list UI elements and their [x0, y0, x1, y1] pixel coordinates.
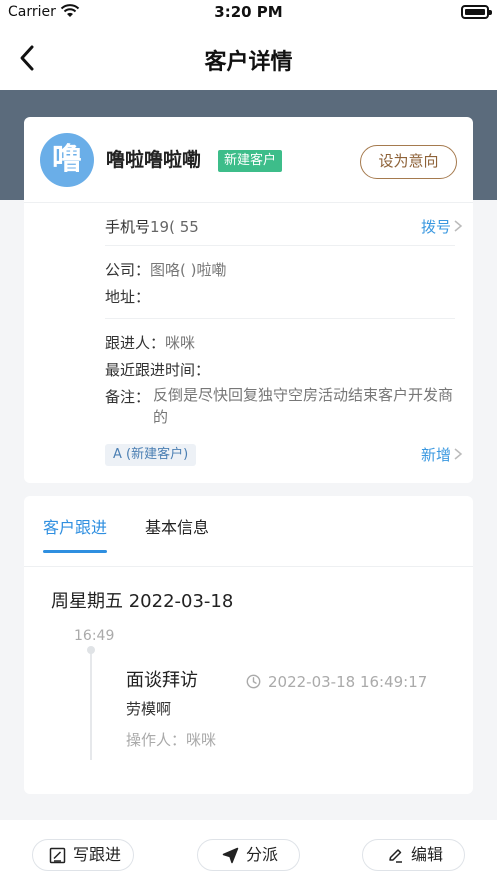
- assign-button[interactable]: 分派: [197, 839, 300, 871]
- chevron-right-icon: [454, 220, 463, 232]
- chevron-right-icon: [454, 448, 463, 460]
- divider: [105, 245, 455, 246]
- avatar: 噜: [40, 133, 94, 187]
- address-row: 地址：: [105, 286, 150, 307]
- follow-card: 客户跟进 基本信息 周星期五 2022-03-18 16:49 面谈拜访 202…: [24, 496, 473, 794]
- edit-label: 编辑: [411, 845, 444, 864]
- note-label: 备注：: [105, 388, 151, 406]
- note-value: 反倒是尽快回复独守空房活动结束客户开发商的: [153, 386, 454, 426]
- customer-card: 噜 噜啦噜啦嘞 新建客户 设为意向 手机号19( 55 拨号 公司：图咯( )啦…: [24, 117, 473, 483]
- assign-label: 分派: [246, 845, 279, 864]
- level-chip: A (新建客户): [105, 444, 197, 466]
- date-heading: 周星期五 2022-03-18: [51, 591, 234, 612]
- follower-row: 跟进人：咪咪: [105, 332, 195, 353]
- event-operator: 操作人：咪咪: [126, 729, 216, 750]
- address-label: 地址：: [105, 288, 151, 306]
- tab-indicator: [43, 550, 107, 553]
- tab-basic-info[interactable]: 基本信息: [145, 514, 209, 538]
- company-row: 公司：图咯( )啦嘞: [105, 259, 227, 280]
- follower-label: 跟进人：: [105, 334, 166, 352]
- pencil-icon: [389, 849, 402, 863]
- send-icon: [222, 847, 239, 864]
- set-intent-button[interactable]: 设为意向: [360, 145, 457, 179]
- tab-customer-follow[interactable]: 客户跟进: [43, 514, 107, 538]
- add-link[interactable]: 新增: [421, 444, 451, 465]
- last-follow-label: 最近跟进时间：: [105, 361, 211, 379]
- clock-time: 3:20 PM: [214, 3, 283, 21]
- operator-value: 咪咪: [186, 731, 217, 749]
- tab-bar: 客户跟进 基本信息: [24, 496, 473, 567]
- status-badge: 新建客户: [218, 150, 283, 172]
- phone-label: 手机号: [105, 218, 151, 236]
- event-content: 劳模啊: [126, 700, 172, 718]
- status-bar: Carrier 3:20 PM: [0, 0, 497, 28]
- note-row: 备注：: [105, 386, 150, 407]
- company-label: 公司：: [105, 261, 151, 279]
- company-value: 图咯( )啦嘞: [150, 261, 227, 279]
- time-mark: 16:49: [74, 628, 115, 644]
- event-title: 面谈拜访: [126, 670, 198, 691]
- last-follow-row: 最近跟进时间：: [105, 359, 210, 380]
- nav-bar: 客户详情: [0, 28, 497, 90]
- write-follow-label: 写跟进: [73, 845, 122, 864]
- customer-name: 噜啦噜啦嘞: [106, 149, 202, 171]
- timeline-dot: [87, 646, 95, 654]
- dial-link[interactable]: 拨号: [421, 216, 451, 237]
- edit-button[interactable]: 编辑: [362, 839, 465, 871]
- phone-row: 手机号19( 55: [105, 216, 199, 237]
- battery-icon: [461, 5, 492, 19]
- page-title: 客户详情: [204, 50, 293, 75]
- operator-label: 操作人：: [126, 731, 187, 749]
- clock-icon: [246, 674, 261, 689]
- follower-value: 咪咪: [165, 334, 196, 352]
- divider: [105, 318, 455, 319]
- event-timestamp: 2022-03-18 16:49:17: [268, 673, 428, 691]
- bottom-action-bar: 写跟进 分派 编辑: [0, 820, 497, 883]
- timeline-line: [90, 648, 92, 760]
- customer-header: 噜 噜啦噜啦嘞 新建客户 设为意向: [24, 117, 473, 203]
- write-follow-button[interactable]: 写跟进: [32, 839, 134, 871]
- phone-value: 19( 55: [150, 218, 199, 236]
- edit-note-icon: [49, 847, 66, 864]
